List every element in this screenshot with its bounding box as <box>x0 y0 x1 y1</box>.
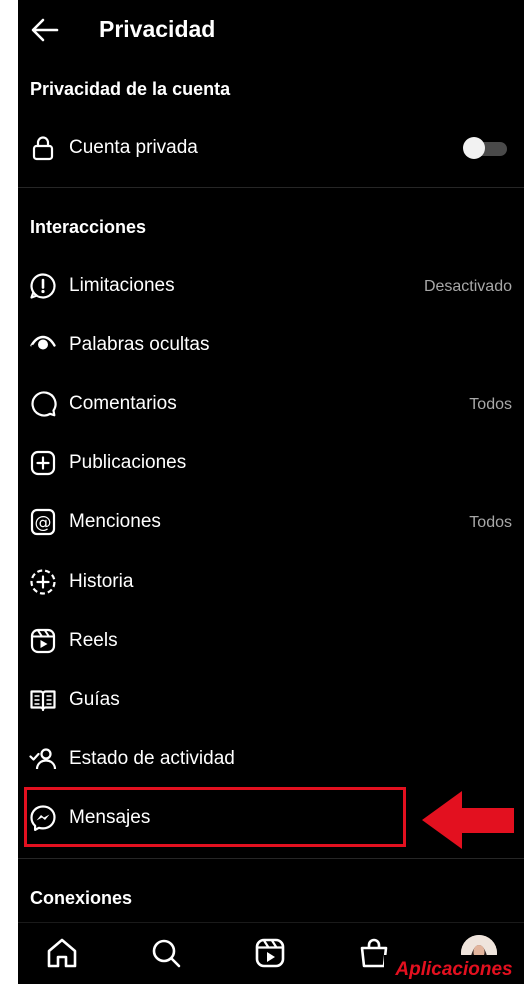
row-publicaciones[interactable]: Publicaciones <box>18 437 524 489</box>
private-account-label: Cuenta privada <box>69 137 198 158</box>
row-guias[interactable]: Guías <box>18 674 524 726</box>
row-limitaciones[interactable]: Limitaciones Desactivado <box>18 260 524 312</box>
story-plus-icon <box>29 568 57 596</box>
red-arrow-icon <box>422 791 514 849</box>
activity-status-icon <box>29 745 57 773</box>
alert-circle-icon <box>29 272 57 300</box>
watermark-text: Aplicaciones <box>395 959 513 980</box>
divider <box>18 187 524 188</box>
svg-text:@: @ <box>35 513 52 533</box>
section-title-interactions: Interacciones <box>30 217 147 237</box>
section-title-connections: Conexiones <box>30 888 133 908</box>
reels-icon <box>29 627 57 655</box>
row-label: Historia <box>69 571 134 592</box>
watermark-logo: Aplicaciones <box>384 955 524 984</box>
at-sign-icon: @ <box>29 508 57 536</box>
nav-home[interactable] <box>44 935 80 971</box>
comment-icon <box>29 390 57 418</box>
highlight-box <box>24 787 406 847</box>
row-label: Limitaciones <box>69 275 175 296</box>
divider <box>18 858 524 859</box>
row-historia[interactable]: Historia <box>18 556 524 608</box>
row-menciones[interactable]: @ Menciones Todos <box>18 496 524 548</box>
toggle-knob <box>463 137 485 159</box>
row-value: Todos <box>469 396 512 413</box>
row-label: Publicaciones <box>69 452 187 473</box>
row-label: Reels <box>69 630 118 651</box>
header: Privacidad <box>18 0 524 58</box>
row-estado-actividad[interactable]: Estado de actividad <box>18 733 524 785</box>
nav-search[interactable] <box>148 935 184 971</box>
row-label: Palabras ocultas <box>69 334 210 355</box>
row-palabras-ocultas[interactable]: Palabras ocultas <box>18 319 524 371</box>
hidden-words-icon <box>29 331 57 359</box>
row-value: Todos <box>469 514 512 531</box>
section-title-account: Privacidad de la cuenta <box>30 79 231 99</box>
row-reels[interactable]: Reels <box>18 615 524 667</box>
page-title: Privacidad <box>99 16 216 42</box>
search-icon <box>152 939 181 968</box>
row-label: Comentarios <box>69 393 177 414</box>
privacy-screen: Privacidad Privacidad de la cuenta Cuent… <box>18 0 524 984</box>
row-label: Guías <box>69 689 120 710</box>
arrow-left-icon <box>31 18 59 42</box>
private-account-toggle[interactable] <box>463 137 507 159</box>
nav-reels[interactable] <box>252 935 288 971</box>
back-button[interactable] <box>30 15 60 45</box>
row-value: Desactivado <box>423 278 512 295</box>
row-comentarios[interactable]: Comentarios Todos <box>18 378 524 430</box>
row-label: Estado de actividad <box>69 748 235 769</box>
guides-icon <box>29 686 57 714</box>
lock-icon <box>29 134 57 162</box>
row-label: Menciones <box>69 511 161 532</box>
plus-square-icon <box>29 449 57 477</box>
private-account-row[interactable]: Cuenta privada <box>18 122 524 174</box>
home-icon <box>47 938 77 968</box>
reels-icon <box>255 938 285 968</box>
